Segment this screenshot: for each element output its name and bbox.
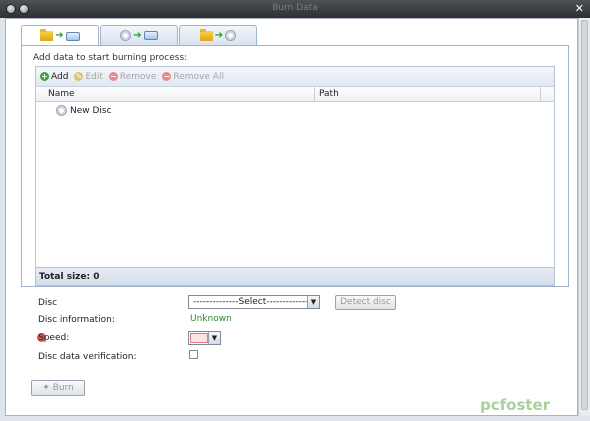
add-button[interactable]: + Add [40,72,68,82]
list-item[interactable]: New Disc [56,105,112,116]
column-divider[interactable] [540,87,541,101]
arrow-right-icon: ➔ [133,29,142,41]
burn-icon: ✦ [42,383,50,393]
disc-label: Disc [38,298,58,308]
disc-icon [120,30,132,41]
drive-icon [65,31,80,41]
total-size: Total size: 0 [36,267,554,285]
arrow-right-icon: ➔ [55,30,64,41]
tab-add-data[interactable]: ➔ [21,25,99,46]
column-divider[interactable] [314,87,315,101]
speed-select[interactable]: ▼ [188,331,221,345]
vertical-scrollbar[interactable] [578,18,590,416]
arrow-right-icon: ➔ [214,29,224,41]
minus-icon: − [108,72,118,81]
disc-info-value: Unknown [190,314,232,324]
minus-icon: − [162,72,172,81]
drive-icon [143,31,158,40]
column-header: Name Path [36,87,554,102]
speed-value-field[interactable] [190,333,208,343]
scrollbar-thumb[interactable] [581,20,588,410]
verify-label: Disc data verification: [38,352,137,362]
tab-copy-disc[interactable]: ➔ [100,25,178,45]
column-name[interactable]: Name [48,89,75,99]
verify-checkbox[interactable] [189,350,198,359]
chevron-down-icon[interactable]: ▼ [208,332,220,344]
detect-disc-button[interactable]: Detect disc [335,295,396,310]
file-grid: + Add ✎ Edit − Remove − Remove All Name … [35,66,555,286]
tab-burn-image[interactable]: ➔ [179,25,257,45]
disc-icon [56,105,67,116]
folder-icon [199,28,213,41]
tab-strip: ➔ ➔ ➔ [21,25,257,46]
grid-toolbar: + Add ✎ Edit − Remove − Remove All [36,67,554,87]
disc-icon [225,30,237,41]
remove-button[interactable]: − Remove [108,72,156,82]
speed-label: Speed: [38,333,70,343]
column-path[interactable]: Path [319,89,339,99]
burn-button[interactable]: ✦ Burn [31,380,85,396]
chevron-down-icon[interactable]: ▼ [307,296,319,308]
watermark-logo: pcfoster [480,396,551,414]
close-icon[interactable]: ✕ [575,2,584,15]
title-bar: Burn Data ✕ [0,0,590,18]
edit-icon: ✎ [74,72,84,81]
remove-all-button[interactable]: − Remove All [162,72,224,82]
folder-icon [40,29,54,41]
edit-button[interactable]: ✎ Edit [74,72,103,82]
panel-title: Add data to start burning process: [33,53,188,63]
disc-info-label: Disc information: [38,315,115,325]
window-title: Burn Data [272,3,318,13]
plus-icon: + [40,72,49,81]
disc-select[interactable]: --------------Select--------------- ▼ [188,295,320,309]
data-panel: Add data to start burning process: + Add… [21,45,569,287]
